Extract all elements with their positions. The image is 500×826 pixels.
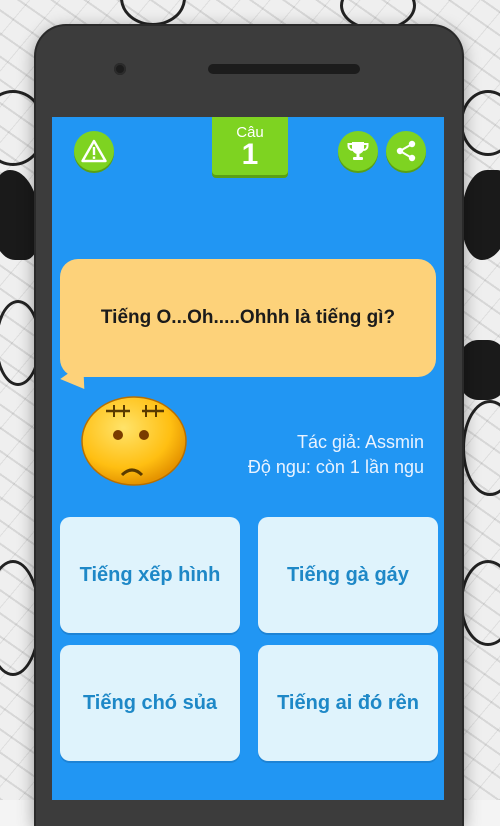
- question-counter: Câu 1: [212, 117, 288, 175]
- share-button[interactable]: [386, 131, 426, 171]
- leaderboard-button[interactable]: [338, 131, 378, 171]
- answer-button-1[interactable]: Tiếng xếp hình: [60, 517, 240, 633]
- answer-label-3: Tiếng chó sủa: [82, 691, 218, 714]
- warning-icon: [81, 139, 107, 163]
- phone-speaker: [208, 64, 360, 74]
- report-button[interactable]: [74, 131, 114, 171]
- answer-button-2[interactable]: Tiếng gà gáy: [258, 517, 438, 633]
- answer-label-1: Tiếng xếp hình: [79, 563, 221, 586]
- meme-face-sketch: [462, 400, 500, 496]
- question-number: 1: [241, 138, 259, 171]
- question-label: Câu: [236, 124, 264, 141]
- meme-face-sketch: [0, 300, 41, 386]
- share-icon: [396, 140, 416, 162]
- meme-face-sketch: [460, 90, 500, 156]
- stupidity-level-text: Độ ngu: còn 1 lần ngu: [247, 457, 424, 477]
- answer-button-3[interactable]: Tiếng chó sủa: [60, 645, 240, 761]
- answer-label-4: Tiếng ai đó rên: [277, 691, 419, 714]
- meme-face-sketch: [0, 560, 41, 676]
- answer-label-2: Tiếng gà gáy: [287, 563, 409, 586]
- author-text: Tác giả: Assmin: [296, 432, 424, 452]
- answer-button-4[interactable]: Tiếng ai đó rên: [258, 645, 438, 761]
- question-bubble: Tiếng O...Oh.....Ohhh là tiếng gì?: [60, 259, 436, 377]
- question-info: Tác giả: Assmin Độ ngu: còn 1 lần ngu: [248, 430, 424, 480]
- meme-hair-sketch: [458, 340, 500, 400]
- meme-hair-sketch: [462, 170, 500, 260]
- meme-hair-sketch: [0, 170, 40, 260]
- question-text: Tiếng O...Oh.....Ohhh là tiếng gì?: [100, 307, 396, 328]
- smiley-face-icon: [81, 396, 187, 486]
- phone-camera: [114, 63, 126, 75]
- meme-face-sketch: [460, 560, 500, 646]
- trophy-icon: [347, 142, 369, 160]
- meme-face-sketch: [120, 0, 186, 26]
- game-screen: Câu 1 Tiếng O...Oh.....Ohhh là tiếng gì?: [52, 117, 444, 800]
